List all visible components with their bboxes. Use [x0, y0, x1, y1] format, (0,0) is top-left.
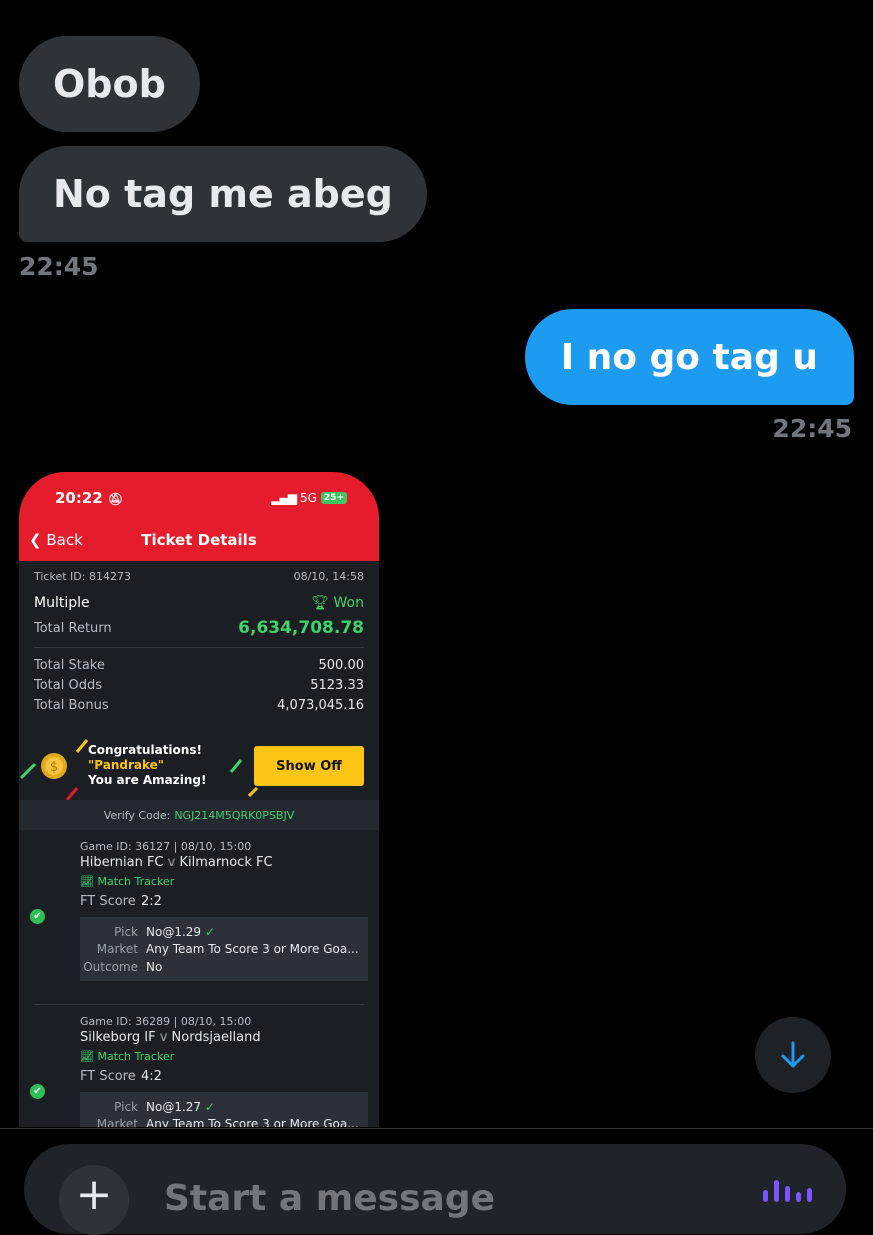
- pick-value: No@1.29 ✓: [146, 925, 215, 939]
- pick-label: Pick: [114, 1100, 138, 1114]
- ticket-title: Ticket Details: [141, 531, 257, 549]
- composer-divider: [0, 1128, 873, 1129]
- ft-score-label: FT Score: [80, 894, 136, 909]
- pick-label: Pick: [114, 925, 138, 939]
- outcome-label: Outcome: [83, 960, 138, 974]
- divider: [34, 1004, 364, 1005]
- status-time: 20:22 🔕︎: [55, 489, 124, 507]
- check-icon: ✓: [204, 1100, 215, 1114]
- ft-score-value: 4:2: [141, 1069, 162, 1084]
- message-text: Obob: [53, 62, 166, 106]
- incoming-message[interactable]: Obob: [19, 36, 200, 132]
- confetti-coin-icon: $: [19, 739, 89, 800]
- total-stake-value: 500.00: [318, 658, 365, 673]
- bell-off-icon: 🔕︎: [107, 492, 124, 506]
- arrow-down-icon: [781, 1041, 805, 1068]
- add-media-button[interactable]: +: [59, 1165, 129, 1235]
- message-timestamp: 22:45: [772, 414, 852, 443]
- ticket-id: Ticket ID: 814273: [34, 570, 131, 583]
- status-indicators: ▂▄▆ 5G 25+: [271, 491, 347, 505]
- ft-score-value: 2:2: [141, 894, 162, 909]
- game-id: Game ID: 36127 | 08/10, 15:00: [80, 840, 252, 853]
- outcome-value: No: [146, 960, 163, 974]
- divider: [34, 647, 364, 648]
- market-label: Market: [96, 1117, 138, 1127]
- scroll-to-bottom-button[interactable]: [755, 1017, 831, 1093]
- market-value: Any Team To Score 3 or More Goa...: [146, 942, 359, 956]
- show-off-button: Show Off: [254, 746, 364, 786]
- battery-badge: 25+: [320, 492, 347, 504]
- svg-text:$: $: [50, 760, 58, 775]
- message-input[interactable]: Start a message: [164, 1178, 495, 1219]
- won-status: 🏆︎ Won: [311, 595, 364, 611]
- chart-line-icon: 📈︎: [80, 1050, 94, 1063]
- congrats-name: "Pandrake": [88, 758, 165, 772]
- total-odds-value: 5123.33: [310, 678, 364, 693]
- check-circle-icon: ✔: [30, 1084, 45, 1099]
- chart-line-icon: 📈︎: [80, 875, 94, 888]
- verify-code: NGJ214M5QRK0PSBJV: [174, 808, 295, 822]
- total-bonus-value: 4,073,045.16: [277, 698, 364, 713]
- verify-label: Verify Code:: [103, 808, 171, 822]
- market-label: Market: [96, 942, 138, 956]
- match-tracker-link: 📈︎ Match Tracker: [80, 875, 175, 888]
- total-return-label: Total Return: [34, 621, 112, 636]
- message-text: No tag me abeg: [53, 172, 393, 216]
- message-timestamp: 22:45: [19, 252, 99, 281]
- game-id: Game ID: 36289 | 08/10, 15:00: [80, 1015, 252, 1028]
- match-tracker-link: 📈︎ Match Tracker: [80, 1050, 175, 1063]
- pick-box: Pick No@1.27 ✓ Market Any Team To Score …: [80, 1092, 368, 1127]
- total-return-value: 6,634,708.78: [238, 618, 364, 638]
- match-teams: Silkeborg IF v Nordsjaelland: [80, 1030, 261, 1045]
- trophy-icon: 🏆︎: [311, 595, 330, 611]
- check-circle-icon: ✔: [30, 909, 45, 924]
- check-icon: ✓: [204, 925, 215, 939]
- confetti-icon: [229, 759, 259, 798]
- bet-type: Multiple: [34, 595, 90, 611]
- ticket-time: 08/10, 14:58: [293, 570, 364, 583]
- waveform-icon: [763, 1190, 768, 1202]
- pick-box: Pick No@1.29 ✓ Market Any Team To Score …: [80, 917, 368, 981]
- total-bonus-label: Total Bonus: [34, 698, 109, 713]
- congrats-line1: Congratulations!: [88, 743, 202, 757]
- market-value: Any Team To Score 3 or More Goa...: [146, 1117, 359, 1127]
- network-label: 5G: [299, 491, 317, 505]
- message-text: I no go tag u: [560, 336, 818, 378]
- incoming-message[interactable]: No tag me abeg: [19, 146, 427, 242]
- verify-code-row: Verify Code: NGJ214M5QRK0PSBJV: [19, 800, 379, 830]
- total-stake-label: Total Stake: [34, 658, 105, 673]
- signal-icon: ▂▄▆: [271, 491, 297, 505]
- pick-value: No@1.27 ✓: [146, 1100, 215, 1114]
- congrats-line3: You are Amazing!: [88, 773, 207, 787]
- message-composer: + Start a message: [24, 1144, 846, 1235]
- outgoing-message[interactable]: I no go tag u: [524, 309, 854, 405]
- voice-message-button[interactable]: [763, 1180, 812, 1202]
- image-attachment[interactable]: 20:22 🔕︎ ▂▄▆ 5G 25+ ❮ Back Ticket Detail…: [19, 472, 379, 1127]
- plus-icon: +: [75, 1169, 113, 1220]
- match-teams: Hibernian FC v Kilmarnock FC: [80, 855, 273, 870]
- total-odds-label: Total Odds: [34, 678, 103, 693]
- ft-score-label: FT Score: [80, 1069, 136, 1084]
